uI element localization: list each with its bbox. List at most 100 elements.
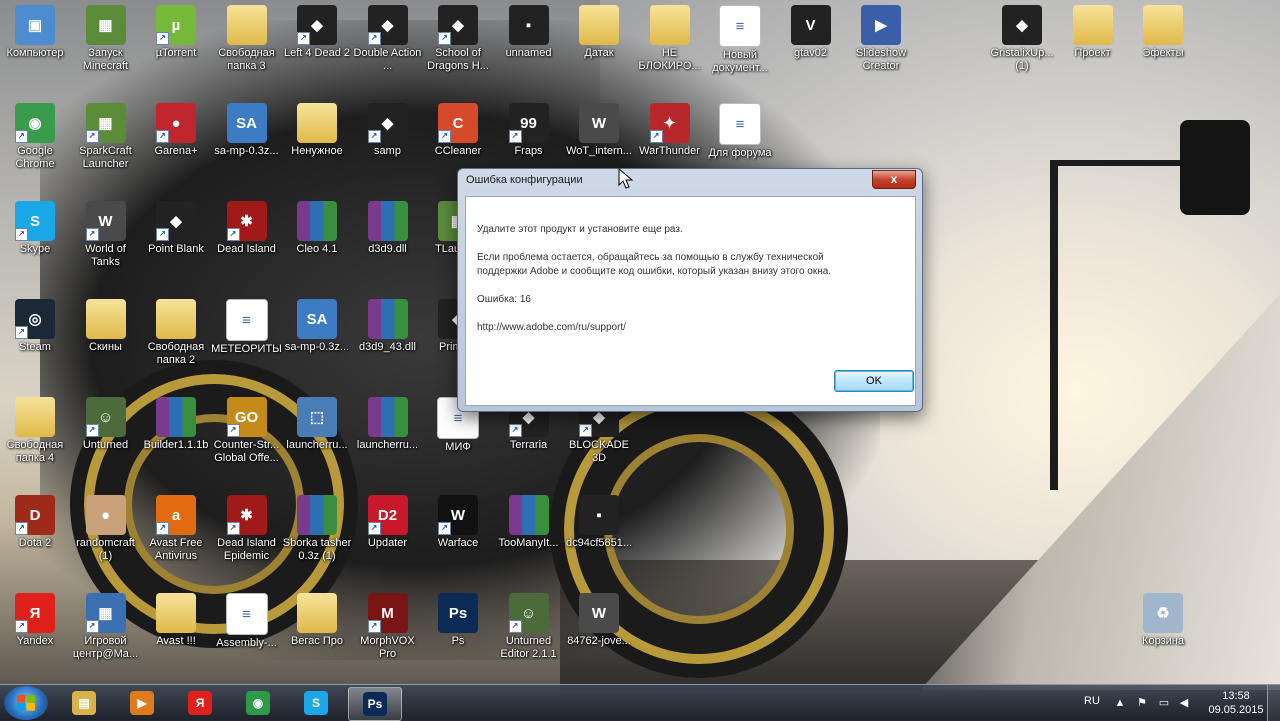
desktop-icon[interactable]: W ↗ World of Tanks [70,201,142,269]
desktop-icon[interactable]: ● randomcraft (1) [70,495,142,563]
language-indicator[interactable]: RU [1084,695,1100,707]
shortcut-arrow-icon: ↗ [85,620,99,633]
action-center-flag-icon[interactable]: ⚑ [1136,697,1148,709]
desktop-icon[interactable]: SA sa-mp-0.3z... [281,299,353,354]
wallpaper-signal-arm [1050,160,1180,166]
desktop-icon[interactable]: ✦ ↗ WarThunder [634,103,706,158]
desktop-icon[interactable]: ☺ ↗ Unturned [70,397,142,452]
desktop-icon[interactable]: ≡ Для форума [704,103,776,160]
desktop-icon[interactable]: ≡ МЕТЕОРИТЫ [211,299,283,356]
desktop-icon[interactable]: M ↗ MorphVOX Pro [352,593,424,661]
desktop-icon[interactable]: ▣ Компьютер [0,5,71,60]
desktop-icon[interactable]: ✱ ↗ Dead Island [211,201,283,256]
doc-icon: ≡ [225,299,268,341]
desktop-icon[interactable]: Ненужное [281,103,353,158]
desktop-icon[interactable]: a ↗ Avast Free Antivirus [140,495,212,563]
desktop-icon[interactable]: S ↗ Skype [0,201,71,256]
show-desktop-button[interactable] [1267,685,1280,721]
volume-icon[interactable]: ◀ [1178,697,1190,709]
desktop-icon[interactable]: Свободная папка 2 [140,299,212,367]
desktop-icon[interactable]: ▶ Slideshow Creator [845,5,917,73]
taskbar-button-skype[interactable]: S [290,687,342,719]
desktop-icon[interactable]: ⬚ launcherru... [281,397,353,452]
folder-icon [649,5,690,45]
desktop-icon[interactable]: ✱ ↗ Dead Island Epidemic [211,495,283,563]
taskbar-button-yandex[interactable]: Я [174,687,226,719]
desktop-icon[interactable]: ● ↗ Garena+ [140,103,212,158]
taskbar-button-chrome[interactable]: ◉ [232,687,284,719]
desktop-icon[interactable]: ◆ ↗ samp [352,103,424,158]
tray-app-icon[interactable]: ▭ [1158,697,1170,709]
desktop-icon[interactable]: Вегас Про [281,593,353,648]
desktop-icon[interactable]: Свободная папка 3 [211,5,283,73]
desktop-icon-label: Slideshow Creator [855,47,907,72]
desktop-icon[interactable]: Vgtav02 [775,5,847,60]
explorer-icon: ▤ [72,691,96,715]
desktop-icon[interactable]: GO ↗ Counter-Str... Global Offe... [211,397,283,465]
desktop-icon[interactable]: µ ↗ µTorrent [140,5,212,60]
taskbar-button-media-player[interactable]: ▶ [116,687,168,719]
desktop-icon[interactable]: ▦ Запуск Minecraft [70,5,142,73]
desktop-icon[interactable]: ≡ Assembly-... [211,593,283,650]
desktop-icon[interactable]: Builder1.1.1b [140,397,212,452]
shortcut-arrow-icon: ↗ [226,424,240,437]
avast-icon: a ↗ [156,495,196,535]
desktop-icon[interactable]: Sborka tasher 0.3z (1) [281,495,353,563]
desktop-icon[interactable]: ◆ ↗ School of Dragons H... [422,5,494,73]
desktop-icon[interactable]: W WoT_intern... [563,103,635,158]
shortcut-arrow-icon: ↗ [15,620,28,633]
game-dark-icon: ◆ ↗ [367,5,408,45]
desktop-icon[interactable]: ◎ ↗ Steam [0,299,71,354]
desktop-icon[interactable]: SA sa-mp-0.3z... [211,103,283,158]
desktop-icon[interactable]: D2 ↗ Updater [352,495,424,550]
taskbar-button-explorer[interactable]: ▤ [58,687,110,719]
desktop-icon-label: dc94cf5851... [565,537,633,549]
desktop-icon[interactable]: ☺ ↗ Unturned Editor 2.1.1 [493,593,565,661]
desktop-icon[interactable]: ◆ ↗ Point Blank [140,201,212,256]
tray-expand-icon[interactable]: ▲ [1114,697,1126,709]
shortcut-arrow-icon: ↗ [579,424,592,437]
desktop-icon[interactable]: Ps Ps [422,593,494,648]
desktop-icon[interactable]: Эфекты [1127,5,1199,60]
desktop-icon[interactable]: D ↗ Dota 2 [0,495,71,550]
desktop-icon[interactable]: ≡ Новый документ... [704,5,776,75]
desktop-icon[interactable]: C ↗ CCleaner [422,103,494,158]
ok-button[interactable]: OK [834,370,914,392]
desktop-icon[interactable]: ▦ ↗ SparkCraft Launcher [70,103,142,171]
desktop-icon[interactable]: ◉ ↗ Google Chrome [0,103,71,171]
desktop-icon[interactable]: НЕ БЛОКИРО... [634,5,706,73]
desktop-icon[interactable]: Свободная папка 4 [0,397,71,465]
desktop-icon[interactable]: W 84762-jove... [563,593,635,648]
wallpaper-traffic-light [1180,120,1250,215]
desktop-icon[interactable]: d3d9.dll [352,201,424,256]
system-clock[interactable]: 13:58 09.05.2015 [1205,689,1267,717]
chrome-icon: ◉ ↗ [15,103,55,143]
desktop-icon[interactable]: d3d9_43.dll [352,299,424,354]
desktop-icon[interactable]: ▪ unnamed [493,5,565,60]
desktop-icon[interactable]: ▦ ↗ Игровой центр@Ma... [70,593,142,661]
desktop-icon[interactable]: W ↗ Warface [422,495,494,550]
desktop-icon-label: randomcraft (1) [76,537,135,562]
desktop-icon[interactable]: Я ↗ Yandex [0,593,71,648]
desktop-icon[interactable]: Avast !!! [140,593,212,648]
desktop-icon[interactable]: Датак [563,5,635,60]
desktop-icon[interactable]: Cleo 4.1 [281,201,353,256]
desktop-icon[interactable]: ▪ dc94cf5851... [563,495,635,550]
dialog-close-button[interactable]: x [872,170,916,189]
desktop-icon[interactable]: ◆ GristalixUp... (1) [986,5,1058,73]
taskbar: ▤ ▶ Я ◉ S Ps RU ▲ ⚑ ▭ ◀ 13:58 09.05.2015 [0,684,1280,721]
desktop-icon[interactable]: ◆ ↗ Double Action ... [352,5,424,73]
cake-icon: ● [85,495,126,535]
desktop-icon-label: Avast !!! [156,635,196,647]
desktop-icon[interactable]: ◆ ↗ Left 4 Dead 2 [281,5,353,60]
samp-icon: SA [226,103,267,143]
desktop-icon[interactable]: Скины [70,299,142,354]
desktop-icon[interactable]: launcherru... [352,397,424,452]
desktop-icon[interactable]: TooManyIt... [493,495,565,550]
desktop-icon[interactable]: ♻ Корзина [1127,593,1199,648]
start-button[interactable] [4,686,48,720]
desktop-icon[interactable]: Проект [1057,5,1129,60]
dialog-support-url[interactable]: http://www.adobe.com/ru/support/ [477,321,626,335]
desktop-icon[interactable]: 99 ↗ Fraps [493,103,565,158]
taskbar-button-photoshop[interactable]: Ps [348,687,402,721]
